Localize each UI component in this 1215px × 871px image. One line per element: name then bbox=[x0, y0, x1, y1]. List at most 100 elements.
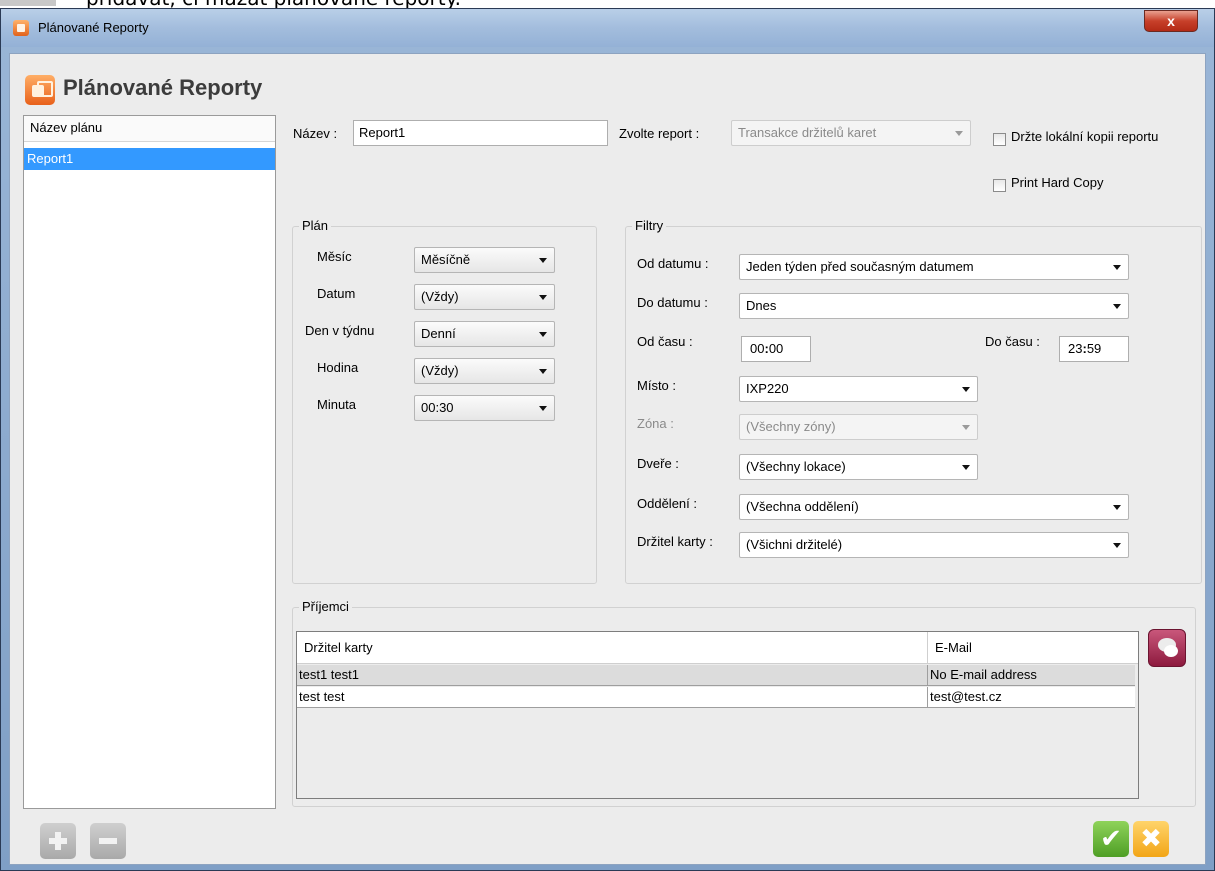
table-row[interactable]: test test test@test.cz bbox=[297, 687, 1135, 708]
chevron-down-icon bbox=[539, 258, 547, 263]
from-time-minutes[interactable]: 00 bbox=[769, 341, 783, 356]
column-header-email[interactable]: E-Mail bbox=[927, 632, 1135, 664]
month-select[interactable]: Měsíčně bbox=[414, 247, 555, 273]
from-date-select[interactable]: Jeden týden před současným datumem bbox=[739, 254, 1129, 280]
doors-value: (Všechny lokace) bbox=[746, 459, 846, 474]
hour-value: (Vždy) bbox=[421, 363, 459, 378]
department-label: Oddělení : bbox=[637, 496, 697, 511]
to-time-input[interactable]: 23:59 bbox=[1059, 336, 1129, 362]
from-time-hours[interactable]: 00 bbox=[750, 341, 764, 356]
plan-list-header[interactable]: Název plánu bbox=[24, 116, 275, 142]
plus-icon-stem bbox=[55, 832, 61, 850]
chevron-down-icon bbox=[1113, 505, 1121, 510]
ok-button[interactable]: ✔ bbox=[1093, 821, 1129, 857]
to-date-label: Do datumu : bbox=[637, 295, 708, 310]
card-holder-label: Držitel karty : bbox=[637, 534, 713, 549]
recipients-group-title: Příjemci bbox=[299, 599, 352, 614]
weekday-label: Den v týdnu bbox=[305, 323, 375, 338]
local-copy-label: Držte lokální kopii reportu bbox=[1011, 129, 1159, 144]
column-header-holder[interactable]: Držitel karty bbox=[297, 632, 927, 664]
weekday-value: Denní bbox=[421, 326, 456, 341]
top-caption-text: přidávat, či mazat plánované reporty. bbox=[86, 0, 461, 8]
app-icon bbox=[13, 20, 29, 36]
chevron-down-icon bbox=[1113, 543, 1121, 548]
remove-plan-button[interactable] bbox=[90, 823, 126, 859]
to-time-minutes[interactable]: 59 bbox=[1087, 341, 1101, 356]
hard-copy-checkbox[interactable] bbox=[993, 179, 1006, 192]
chevron-down-icon bbox=[539, 332, 547, 337]
zone-label: Zóna : bbox=[637, 416, 674, 431]
close-button[interactable]: x bbox=[1144, 10, 1198, 32]
weekday-select[interactable]: Denní bbox=[414, 321, 555, 347]
page-title: Plánované Reporty bbox=[63, 75, 263, 100]
add-plan-button[interactable] bbox=[40, 823, 76, 859]
from-date-label: Od datumu : bbox=[637, 256, 709, 271]
place-label: Místo : bbox=[637, 378, 677, 393]
cell-holder: test1 test1 bbox=[299, 667, 359, 682]
reports-icon bbox=[25, 75, 55, 105]
zone-select[interactable]: (Všechny zóny) bbox=[739, 414, 978, 440]
from-time-label: Od času : bbox=[637, 334, 693, 349]
minus-icon bbox=[99, 838, 117, 844]
chevron-down-icon bbox=[962, 387, 970, 392]
from-date-value: Jeden týden před současným datumem bbox=[746, 259, 974, 274]
cross-icon: ✖ bbox=[1140, 824, 1162, 854]
to-date-value: Dnes bbox=[746, 298, 777, 313]
dialog-body: Plánované Reporty Název plánu Report1 Ná… bbox=[9, 53, 1206, 865]
from-time-input[interactable]: 00:00 bbox=[741, 336, 811, 362]
doors-select[interactable]: (Všechny lokace) bbox=[739, 454, 978, 480]
chevron-down-icon bbox=[539, 369, 547, 374]
place-select[interactable]: IXP220 bbox=[739, 376, 978, 402]
local-copy-checkbox[interactable] bbox=[993, 133, 1006, 146]
to-time-label: Do času : bbox=[985, 334, 1040, 349]
department-select[interactable]: (Všechna oddělení) bbox=[739, 494, 1129, 520]
hour-select[interactable]: (Vždy) bbox=[414, 358, 555, 384]
table-row[interactable]: test1 test1 No E-mail address bbox=[297, 665, 1135, 686]
chevron-down-icon bbox=[1113, 265, 1121, 270]
doors-label: Dveře : bbox=[637, 456, 679, 471]
chevron-down-icon bbox=[962, 465, 970, 470]
zone-value: (Všechny zóny) bbox=[746, 419, 836, 434]
filters-group-title: Filtry bbox=[632, 218, 667, 233]
hour-label: Hodina bbox=[317, 360, 359, 375]
chevron-down-icon bbox=[1113, 304, 1121, 309]
date-label: Datum bbox=[317, 286, 356, 301]
plan-list-item[interactable]: Report1 bbox=[24, 148, 275, 170]
recipients-table: Držitel karty E-Mail test1 test1 No E-ma… bbox=[296, 631, 1139, 799]
scheduled-reports-window: Plánované Reporty x Plánované Reporty Ná… bbox=[0, 8, 1215, 871]
place-value: IXP220 bbox=[746, 381, 789, 396]
card-holder-value: (Všichni držitelé) bbox=[746, 537, 843, 552]
plan-list: Název plánu Report1 bbox=[23, 115, 276, 809]
report-select-value: Transakce držitelů karet bbox=[738, 125, 877, 140]
hard-copy-label: Print Hard Copy bbox=[1011, 175, 1104, 190]
month-value: Měsíčně bbox=[421, 252, 471, 267]
title-bar[interactable]: Plánované Reporty x bbox=[1, 9, 1214, 47]
caption-icons bbox=[0, 0, 56, 6]
date-select[interactable]: (Vždy) bbox=[414, 284, 555, 310]
table-header: Držitel karty E-Mail bbox=[297, 632, 1138, 664]
name-input[interactable]: Report1 bbox=[353, 120, 608, 146]
department-value: (Všechna oddělení) bbox=[746, 499, 859, 514]
minute-select[interactable]: 00:30 bbox=[414, 395, 555, 421]
minute-value: 00:30 bbox=[421, 400, 454, 415]
chevron-down-icon bbox=[962, 425, 970, 430]
plan-group-title: Plán bbox=[299, 218, 332, 233]
window-title: Plánované Reporty bbox=[38, 20, 149, 35]
chevron-down-icon bbox=[955, 131, 963, 136]
cell-email: test@test.cz bbox=[927, 687, 1135, 708]
report-label: Zvolte report : bbox=[619, 126, 700, 141]
month-label: Měsíc bbox=[317, 249, 352, 264]
name-label: Název : bbox=[293, 126, 338, 141]
add-recipient-mail-button[interactable] bbox=[1148, 629, 1186, 667]
top-caption-fragment: přidávat, či mazat plánované reporty. bbox=[0, 0, 1215, 8]
date-value: (Vždy) bbox=[421, 289, 459, 304]
card-holder-select[interactable]: (Všichni držitelé) bbox=[739, 532, 1129, 558]
report-select[interactable]: Transakce držitelů karet bbox=[731, 120, 971, 146]
cell-holder: test test bbox=[299, 689, 345, 704]
minute-label: Minuta bbox=[317, 397, 357, 412]
chevron-down-icon bbox=[539, 295, 547, 300]
cancel-button[interactable]: ✖ bbox=[1133, 821, 1169, 857]
check-icon: ✔ bbox=[1100, 824, 1122, 854]
to-time-hours[interactable]: 23 bbox=[1068, 341, 1082, 356]
to-date-select[interactable]: Dnes bbox=[739, 293, 1129, 319]
